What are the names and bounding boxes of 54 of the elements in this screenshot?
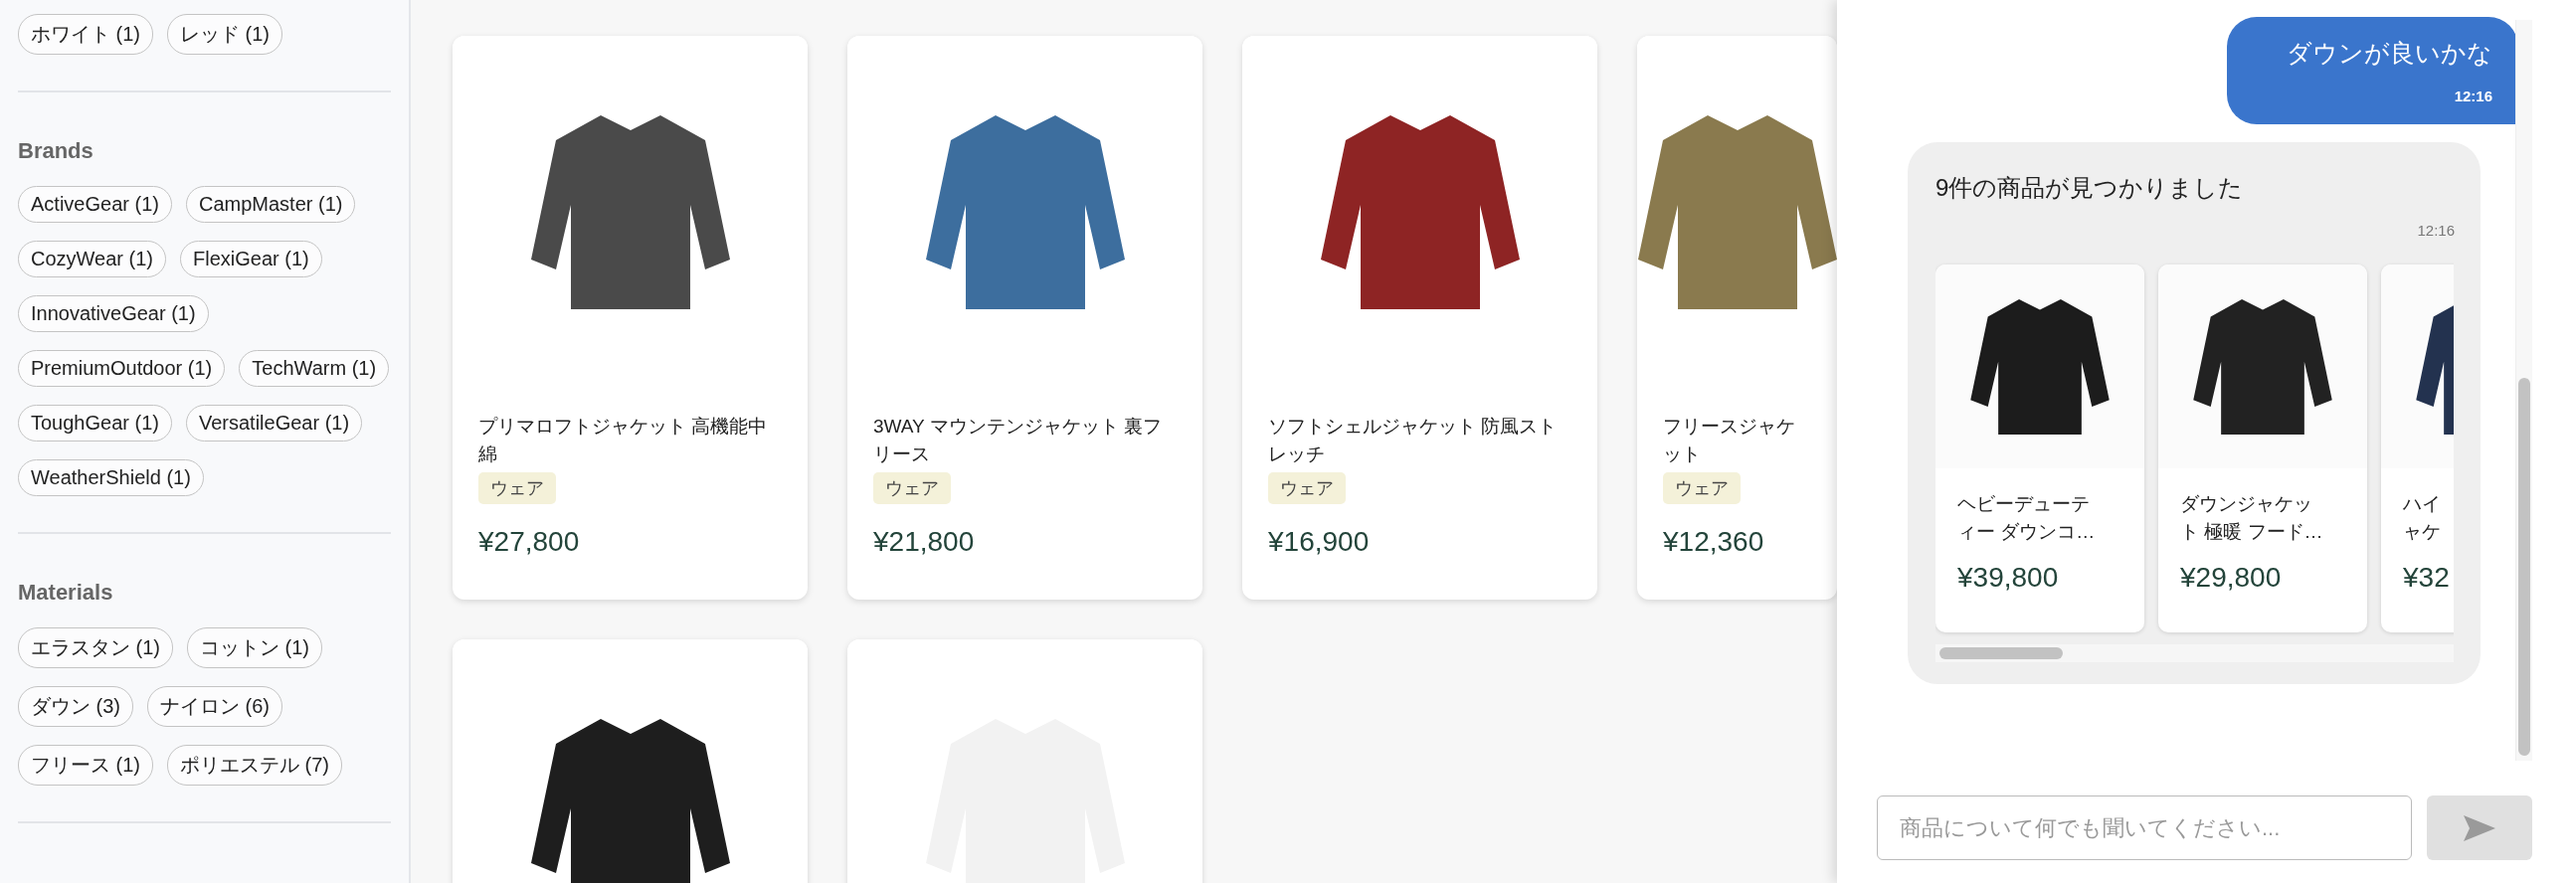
filter-chip[interactable]: ToughGear (1) [18,405,172,442]
product-card[interactable]: フリースジャケット ウェア ¥12,360 [1637,36,1837,600]
product-price: ¥21,800 [873,526,975,558]
result-card[interactable]: ハイ ャケ ¥32 [2381,265,2454,632]
product-title: ソフトシェルジャケット 防風ストレッチ [1268,415,1559,466]
horizontal-scrollbar[interactable] [1935,644,2454,662]
product-price: ¥16,900 [1268,526,1370,558]
message-time: 12:16 [2453,88,2492,104]
message-text: ダウンが良いかな [2287,38,2492,69]
filter-chip[interactable]: InnovativeGear (1) [18,295,209,332]
vertical-scrollbar[interactable] [2515,20,2532,761]
product-card[interactable]: プリマロフトジャケット 高機能中綿 ウェア ¥27,800 [453,36,808,600]
message-text: 9件の商品が見つかりました [1935,173,2245,203]
result-price: ¥39,800 [1956,561,2060,594]
category-tag: ウェア [1663,472,1741,504]
result-title: ダウンジャケッ ト 極暖 フード… [2179,492,2324,544]
filter-chip[interactable]: ナイロン (6) [147,686,282,727]
result-title: ヘビーデューテ ィー ダウンコ… [1956,492,2097,544]
result-card[interactable]: ダウンジャケッ ト 極暖 フード… ¥29,800 [2158,265,2367,632]
filter-chip[interactable]: CampMaster (1) [185,186,356,223]
result-price: ¥32 [2402,561,2451,594]
section-heading: Brands [18,138,94,164]
filter-chip[interactable]: ホワイト (1) [18,14,153,55]
filter-chip[interactable]: FlexiGear (1) [180,241,322,277]
product-card[interactable]: ソフトシェルジャケット 防風ストレッチ ウェア ¥16,900 [1242,36,1597,600]
product-title: 3WAY マウンテンジャケット 裏フリース [873,415,1163,466]
filter-chip[interactable]: PremiumOutdoor (1) [18,350,226,387]
filter-chip[interactable]: エラスタン (1) [18,627,173,668]
product-card[interactable]: 3WAY マウンテンジャケット 裏フリース ウェア ¥21,800 [847,36,1202,600]
filter-chip[interactable]: WeatherShield (1) [18,459,204,496]
result-card[interactable]: ヘビーデューテ ィー ダウンコ… ¥39,800 [1935,265,2144,632]
result-title: ハイ ャケ [2402,492,2442,544]
product-title: フリースジャケット [1663,415,1796,466]
filter-chip[interactable]: ダウン (3) [18,686,133,727]
filter-chip[interactable]: ポリエステル (7) [167,745,342,786]
product-title: プリマロフトジャケット 高機能中綿 [478,415,769,466]
message-time: 12:16 [2416,222,2455,239]
category-tag: ウェア [1268,472,1346,504]
category-tag: ウェア [478,472,556,504]
category-tag: ウェア [873,472,951,504]
result-price: ¥29,800 [2179,561,2283,594]
filter-chip[interactable]: VersatileGear (1) [185,405,363,442]
filter-chip[interactable]: ActiveGear (1) [18,186,172,223]
chat-input-field[interactable]: 商品について何でも聞いてください... [1877,795,2412,860]
send-button[interactable] [2427,795,2532,860]
filter-chip[interactable]: フリース (1) [18,745,153,786]
filter-chip[interactable]: TechWarm (1) [239,350,390,387]
filter-chip[interactable]: CozyWear (1) [18,241,166,277]
product-price: ¥27,800 [478,526,580,558]
section-heading: Materials [18,580,114,606]
product-price: ¥12,360 [1663,526,1764,558]
send-icon [2462,812,2497,843]
filter-chip[interactable]: コットン (1) [187,627,322,668]
filter-chip[interactable]: レッド (1) [167,14,282,55]
